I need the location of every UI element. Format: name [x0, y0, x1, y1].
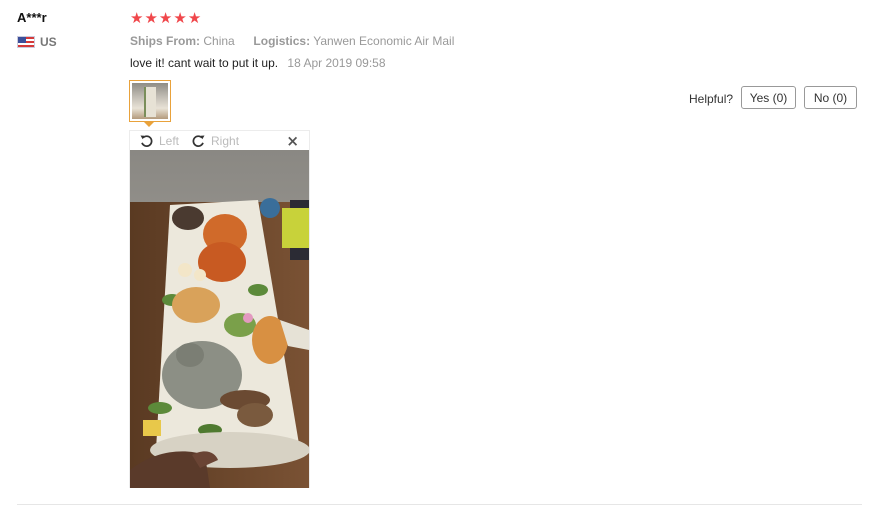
us-flag-icon	[17, 36, 35, 48]
shipping-meta: Ships From: China Logistics: Yanwen Econ…	[130, 34, 454, 48]
wall-sticker-photo	[130, 150, 309, 488]
rotate-left-label: Left	[159, 133, 180, 148]
logistics-value: Yanwen Economic Air Mail	[313, 34, 455, 48]
country-code: US	[40, 35, 57, 49]
helpful-label: Helpful?	[689, 92, 734, 106]
feedback-text: love it! cant wait to put it up.	[130, 56, 279, 70]
helpful-no-button[interactable]: No (0)	[804, 86, 857, 109]
rotate-left-button[interactable]: Left	[139, 133, 179, 148]
rotate-right-button[interactable]: Right	[191, 133, 239, 148]
rotate-right-icon	[192, 135, 205, 147]
reviewer-country: US	[17, 35, 57, 49]
logistics-label: Logistics:	[253, 34, 311, 48]
review-photo-thumbnail[interactable]	[129, 80, 171, 122]
review-divider	[17, 504, 862, 505]
ships-from-label: Ships From:	[130, 34, 201, 48]
helpful-yes-button[interactable]: Yes (0)	[741, 86, 796, 109]
photo-viewer: Left Right ×	[129, 130, 310, 488]
reviewer-name: A***r	[17, 10, 47, 25]
rotate-left-icon	[140, 135, 153, 147]
review-feedback: love it! cant wait to put it up. 18 Apr …	[130, 56, 386, 70]
star-icon: ★	[144, 9, 158, 27]
review-date: 18 Apr 2019 09:58	[287, 56, 386, 70]
thumbnail-pointer	[144, 122, 154, 127]
viewer-toolbar: Left Right ×	[130, 131, 309, 150]
rotate-right-label: Right	[211, 133, 240, 148]
close-icon[interactable]: ×	[286, 132, 299, 150]
star-icon: ★	[173, 9, 187, 27]
star-icon: ★	[158, 9, 173, 27]
star-icon: ★	[187, 9, 202, 27]
ships-from-value: China	[203, 34, 235, 48]
review-photo	[130, 150, 309, 488]
star-rating: ★ ★ ★ ★ ★	[130, 11, 201, 26]
star-icon: ★	[130, 9, 144, 27]
